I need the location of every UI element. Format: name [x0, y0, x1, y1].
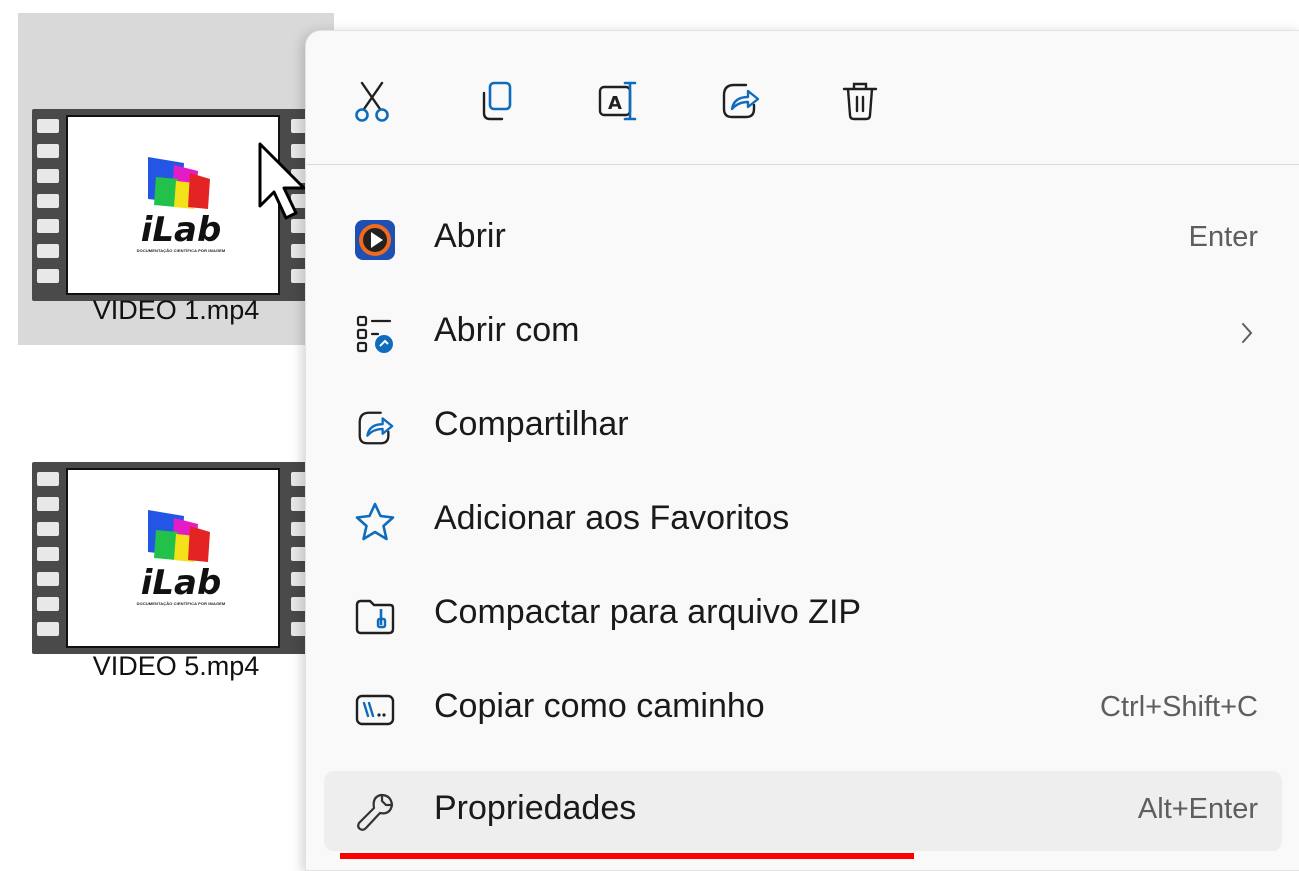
thumbnail-frame: iLab DOCUMENTAÇÃO CIENTÍFICA POR IMAGEM: [66, 115, 280, 295]
rename-icon: A: [598, 81, 637, 121]
share-icon: [354, 407, 396, 449]
file-name: VIDEO 1.mp4: [92, 295, 260, 325]
menu-item-label: Propriedades: [434, 789, 637, 827]
menu-item-properties[interactable]: Propriedades Alt+Enter: [324, 771, 1282, 851]
ilab-logo: iLab DOCUMENTAÇÃO CIENTÍFICA POR IMAGEM: [126, 506, 236, 616]
delete-button[interactable]: [834, 75, 886, 127]
desktop-file-video-5[interactable]: iLab DOCUMENTAÇÃO CIENTÍFICA POR IMAGEM …: [18, 455, 334, 695]
share-button[interactable]: [714, 75, 766, 127]
annotation-underline: [340, 853, 914, 859]
menu-item-label: Abrir com: [434, 311, 580, 349]
svg-text:A: A: [608, 93, 622, 114]
copy-icon: [482, 81, 512, 121]
copy-button[interactable]: [470, 75, 522, 127]
menu-item-label: Compactar para arquivo ZIP: [434, 593, 862, 631]
menu-item-add-favorites[interactable]: Adicionar aos Favoritos: [324, 481, 1282, 561]
delete-icon: [842, 82, 878, 121]
menu-item-shortcut: Enter: [1188, 221, 1258, 253]
logo-text: iLab: [141, 210, 222, 248]
menu-item-open[interactable]: Abrir Enter: [324, 199, 1282, 279]
menu-item-label: Adicionar aos Favoritos: [434, 499, 790, 537]
star-icon: [354, 501, 396, 543]
menu-item-open-with[interactable]: Abrir com: [324, 293, 1282, 373]
rename-button[interactable]: A: [592, 75, 644, 127]
cut-icon: [355, 81, 389, 122]
menu-item-label: Compartilhar: [434, 405, 629, 443]
thumbnail-frame: iLab DOCUMENTAÇÃO CIENTÍFICA POR IMAGEM: [66, 468, 280, 648]
menu-item-compress-zip[interactable]: Compactar para arquivo ZIP: [324, 575, 1282, 655]
film-strip-left: [37, 119, 59, 294]
quick-actions-bar: A: [306, 31, 1299, 159]
menu-divider: [306, 164, 1299, 165]
open-with-icon: [354, 313, 396, 355]
video-thumbnail: iLab DOCUMENTAÇÃO CIENTÍFICA POR IMAGEM: [32, 462, 318, 654]
share-icon: [722, 83, 760, 119]
wrench-icon: [354, 791, 396, 833]
logo-tagline: DOCUMENTAÇÃO CIENTÍFICA POR IMAGEM: [136, 601, 226, 606]
menu-item-copy-as-path[interactable]: Copiar como caminho Ctrl+Shift+C: [324, 669, 1282, 749]
copy-path-icon: [354, 689, 396, 731]
menu-item-shortcut: Alt+Enter: [1137, 793, 1258, 825]
chevron-right-icon: [1242, 323, 1253, 343]
logo-tagline: DOCUMENTAÇÃO CIENTÍFICA POR IMAGEM: [136, 248, 226, 253]
media-player-icon: [354, 219, 396, 261]
file-name: VIDEO 5.mp4: [92, 651, 260, 681]
context-menu: A Abrir Enter Abrir com Compartilhar Adi…: [305, 30, 1299, 871]
ilab-logo: iLab DOCUMENTAÇÃO CIENTÍFICA POR IMAGEM: [126, 153, 236, 263]
menu-item-shortcut: Ctrl+Shift+C: [1100, 691, 1258, 723]
zip-folder-icon: [354, 595, 396, 637]
menu-item-label: Copiar como caminho: [434, 687, 765, 725]
cut-button[interactable]: [346, 75, 398, 127]
film-strip-left: [37, 472, 59, 647]
menu-item-share[interactable]: Compartilhar: [324, 387, 1282, 467]
logo-text: iLab: [141, 563, 222, 601]
menu-item-label: Abrir: [434, 217, 506, 255]
